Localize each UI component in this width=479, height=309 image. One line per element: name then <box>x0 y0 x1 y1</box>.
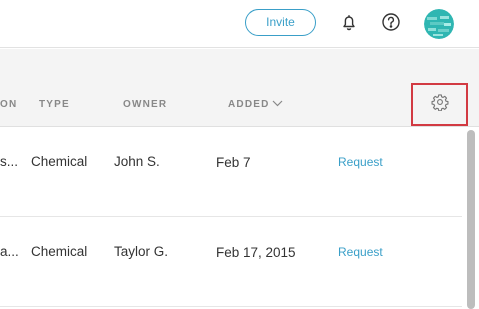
chevron-down-icon <box>272 99 283 110</box>
table-row[interactable]: a... Chemical Taylor G. Feb 17, 2015 Req… <box>0 217 462 307</box>
column-header-added-label: ADDED <box>228 99 270 110</box>
row-type-cell: Chemical <box>31 154 88 169</box>
scrollbar-thumb[interactable] <box>467 130 475 309</box>
column-header-partial: ON <box>0 99 18 110</box>
request-link[interactable]: Request <box>338 155 383 169</box>
row-owner-cell: Taylor G. <box>114 244 169 259</box>
top-bar: Invite <box>0 0 479 48</box>
bell-icon[interactable] <box>337 10 361 34</box>
row-added-cell: Feb 17, 2015 <box>216 245 296 260</box>
row-name-cell: s... <box>0 154 19 169</box>
row-added-cell: Feb 7 <box>216 155 251 170</box>
avatar[interactable] <box>424 9 454 39</box>
gear-icon <box>430 93 449 116</box>
invite-button[interactable]: Invite <box>245 9 316 36</box>
row-name-cell: a... <box>0 244 19 259</box>
row-type-cell: Chemical <box>31 244 88 259</box>
help-icon[interactable] <box>379 10 403 34</box>
table-header: ON TYPE OWNER ADDED <box>0 49 479 127</box>
request-link[interactable]: Request <box>338 245 383 259</box>
column-header-owner[interactable]: OWNER <box>123 99 167 110</box>
row-owner-cell: John S. <box>114 154 160 169</box>
column-header-added[interactable]: ADDED <box>228 99 283 110</box>
table-settings-button[interactable] <box>411 83 468 126</box>
column-header-type[interactable]: TYPE <box>39 99 70 110</box>
table-row[interactable]: s... Chemical John S. Feb 7 Request <box>0 127 462 217</box>
